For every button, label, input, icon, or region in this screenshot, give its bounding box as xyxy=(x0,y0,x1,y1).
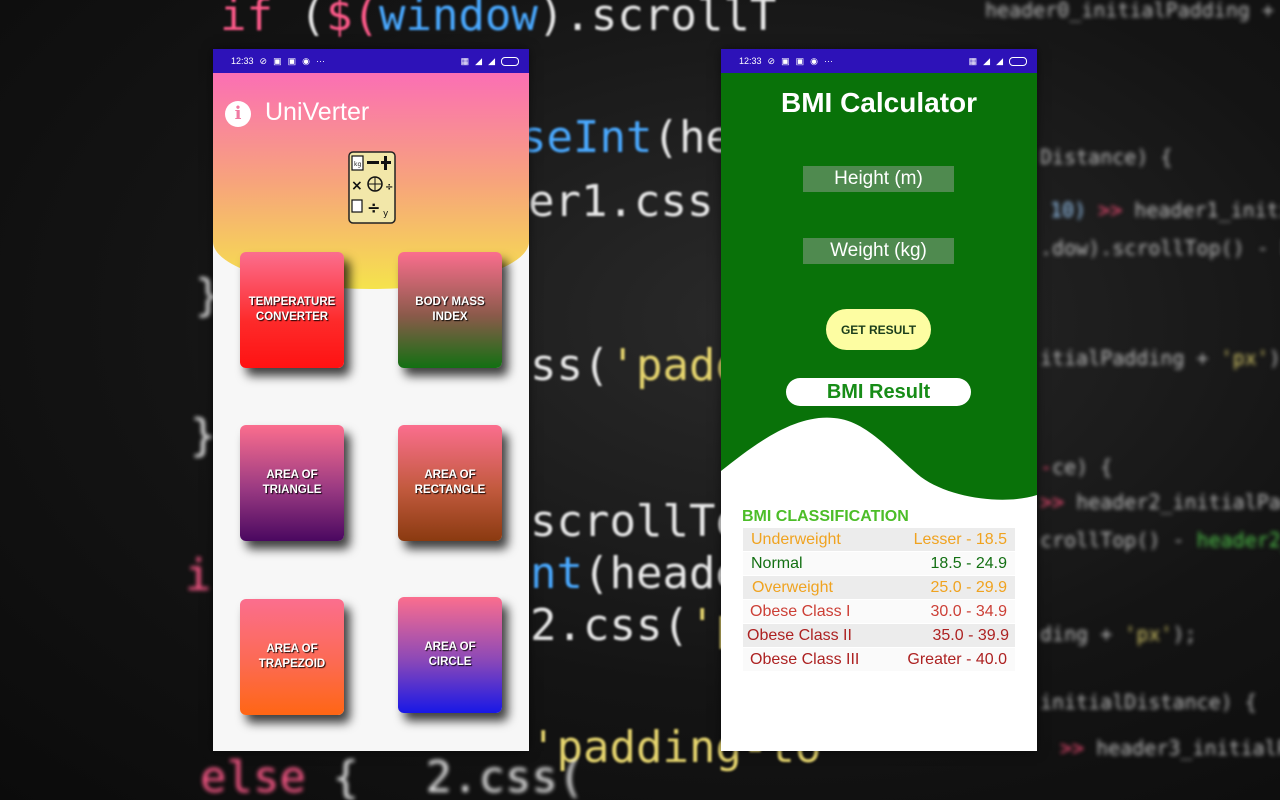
notification-icon: ▣ xyxy=(273,55,282,66)
svg-text:kg: kg xyxy=(354,161,361,168)
tile-area-of-rectangle[interactable]: AREA OF RECTANGLE xyxy=(398,425,502,541)
classification-category: Overweight xyxy=(752,578,833,596)
signal-icon: ◢ xyxy=(475,55,483,66)
classification-row: Obese Class II 35.0 - 39.9 xyxy=(743,624,1015,647)
tile-label: RECTANGLE xyxy=(414,484,486,496)
code-line: Distance) { xyxy=(1040,145,1173,169)
tile-body-mass-index[interactable]: BODY MASS INDEX xyxy=(398,252,502,368)
notification-icon: ▣ xyxy=(781,55,790,66)
tile-area-of-circle[interactable]: AREA OF CIRCLE xyxy=(398,597,502,713)
tile-area-of-trapezoid[interactable]: AREA OF TRAPEZOID xyxy=(240,599,344,715)
notification-icon: ⊘ xyxy=(767,55,776,66)
classification-category: Obese Class III xyxy=(750,650,860,668)
tile-label: CIRCLE xyxy=(428,656,472,668)
tile-label: TRAPEZOID xyxy=(258,658,326,670)
notification-icon: ▣ xyxy=(287,55,297,66)
classification-row: Obese Class III Greater - 40.0 xyxy=(743,648,1015,671)
tile-label: AREA OF xyxy=(424,641,476,653)
classification-category: Underweight xyxy=(751,530,841,548)
page-title: BMI Calculator xyxy=(780,87,978,118)
svg-text:y: y xyxy=(383,209,389,219)
tile-label: AREA OF xyxy=(266,469,318,481)
notification-icon: ⊘ xyxy=(259,55,268,66)
code-line: crollTop() - header2_top xyxy=(1040,528,1280,552)
status-bar: 12:33 ⊘ ▣ ▣ ◉ ··· ▦ ◢ ◢ xyxy=(213,49,529,73)
info-icon[interactable]: i xyxy=(225,101,251,127)
messenger-icon: ◉ xyxy=(810,55,818,66)
svg-text:×: × xyxy=(351,178,363,194)
svg-text:÷: ÷ xyxy=(385,182,393,193)
code-line: initialDistance) { xyxy=(1040,690,1257,714)
tile-label: BODY MASS xyxy=(415,296,485,308)
status-bar: 12:33 ⊘ ▣ ▣ ◉ ··· ▦ ◢ ◢ xyxy=(721,49,1037,73)
classification-category: Obese Class II xyxy=(747,626,852,644)
code-line: itialPadding + 'px'); xyxy=(1040,346,1280,370)
status-time: 12:33 xyxy=(231,56,254,66)
tile-temperature-converter[interactable]: TEMPERATURE CONVERTER xyxy=(240,252,344,368)
code-line: if ($(window).scrollT xyxy=(220,0,777,41)
green-wave-header xyxy=(721,73,1037,500)
tile-label: TRIANGLE xyxy=(262,484,322,496)
classification-row: Underweight Lesser - 18.5 xyxy=(743,528,1015,551)
tile-label: AREA OF xyxy=(424,469,476,481)
battery-icon xyxy=(501,56,519,66)
more-notifications: ··· xyxy=(823,56,833,66)
classification-range: 35.0 - 39.9 xyxy=(932,626,1010,644)
bmi-result-display: BMI Result xyxy=(786,378,971,406)
univerter-screen: 12:33 ⊘ ▣ ▣ ◉ ··· ▦ ◢ ◢ i UniVerter kg ×… xyxy=(213,49,529,751)
classification-row: Obese Class I 30.0 - 34.9 xyxy=(743,600,1015,623)
classification-range: Lesser - 18.5 xyxy=(913,530,1007,548)
notification-icon: ▣ xyxy=(795,55,805,66)
code-line: .dow).scrollTop() - header1 xyxy=(1040,236,1280,260)
battery-icon xyxy=(1009,56,1027,66)
code-line: ding + 'px'); xyxy=(1040,622,1197,646)
tile-area-of-triangle[interactable]: AREA OF TRIANGLE xyxy=(240,425,344,541)
svg-text:÷: ÷ xyxy=(367,198,380,217)
classification-row: Overweight 25.0 - 29.9 xyxy=(743,576,1015,599)
code-background: if ($(window).scrollT seInt(heade er1.cs… xyxy=(0,0,1280,800)
code-line: header0_initialPadding + 'px') xyxy=(985,0,1280,22)
tile-label: CONVERTER xyxy=(255,311,329,323)
get-result-button[interactable]: GET RESULT xyxy=(826,309,931,350)
wifi-icon: ▦ xyxy=(460,55,470,66)
tile-label: AREA OF xyxy=(266,643,318,655)
signal-icon: ◢ xyxy=(488,55,495,66)
classification-title: BMI CLASSIFICATION xyxy=(742,508,909,525)
height-input[interactable] xyxy=(803,166,954,192)
wifi-icon: ▦ xyxy=(968,55,978,66)
weight-input[interactable] xyxy=(803,238,954,264)
classification-range: 25.0 - 29.9 xyxy=(930,578,1008,596)
classification-row: Normal 18.5 - 24.9 xyxy=(743,552,1015,575)
status-time: 12:33 xyxy=(739,56,762,66)
signal-icon: ◢ xyxy=(996,55,1003,66)
code-line: 10) >> header1_initialPad xyxy=(1050,198,1280,222)
classification-category: Normal xyxy=(751,554,803,572)
classification-range: 30.0 - 34.9 xyxy=(930,602,1008,620)
code-line: else { 2.css( xyxy=(200,752,585,800)
signal-icon: ◢ xyxy=(983,55,991,66)
code-line: i xyxy=(185,550,212,601)
classification-range: 18.5 - 24.9 xyxy=(930,554,1008,572)
app-title: UniVerter xyxy=(265,98,370,126)
more-notifications: ··· xyxy=(315,56,325,66)
code-line: -ce) { xyxy=(1040,455,1113,479)
classification-category: Obese Class I xyxy=(750,602,851,620)
tile-label: INDEX xyxy=(432,311,468,323)
messenger-icon: ◉ xyxy=(302,55,310,66)
tile-label: TEMPERATURE xyxy=(248,296,336,308)
app-logo-icon: kg × ÷ ÷ y xyxy=(348,151,396,224)
bmi-calculator-screen: 12:33 ⊘ ▣ ▣ ◉ ··· ▦ ◢ ◢ BMI Calculator G… xyxy=(721,49,1037,751)
classification-range: Greater - 40.0 xyxy=(907,650,1007,668)
code-line: >> header3_initialPad xyxy=(1060,736,1280,760)
code-line: >> header2_initialPadding xyxy=(1040,490,1280,514)
